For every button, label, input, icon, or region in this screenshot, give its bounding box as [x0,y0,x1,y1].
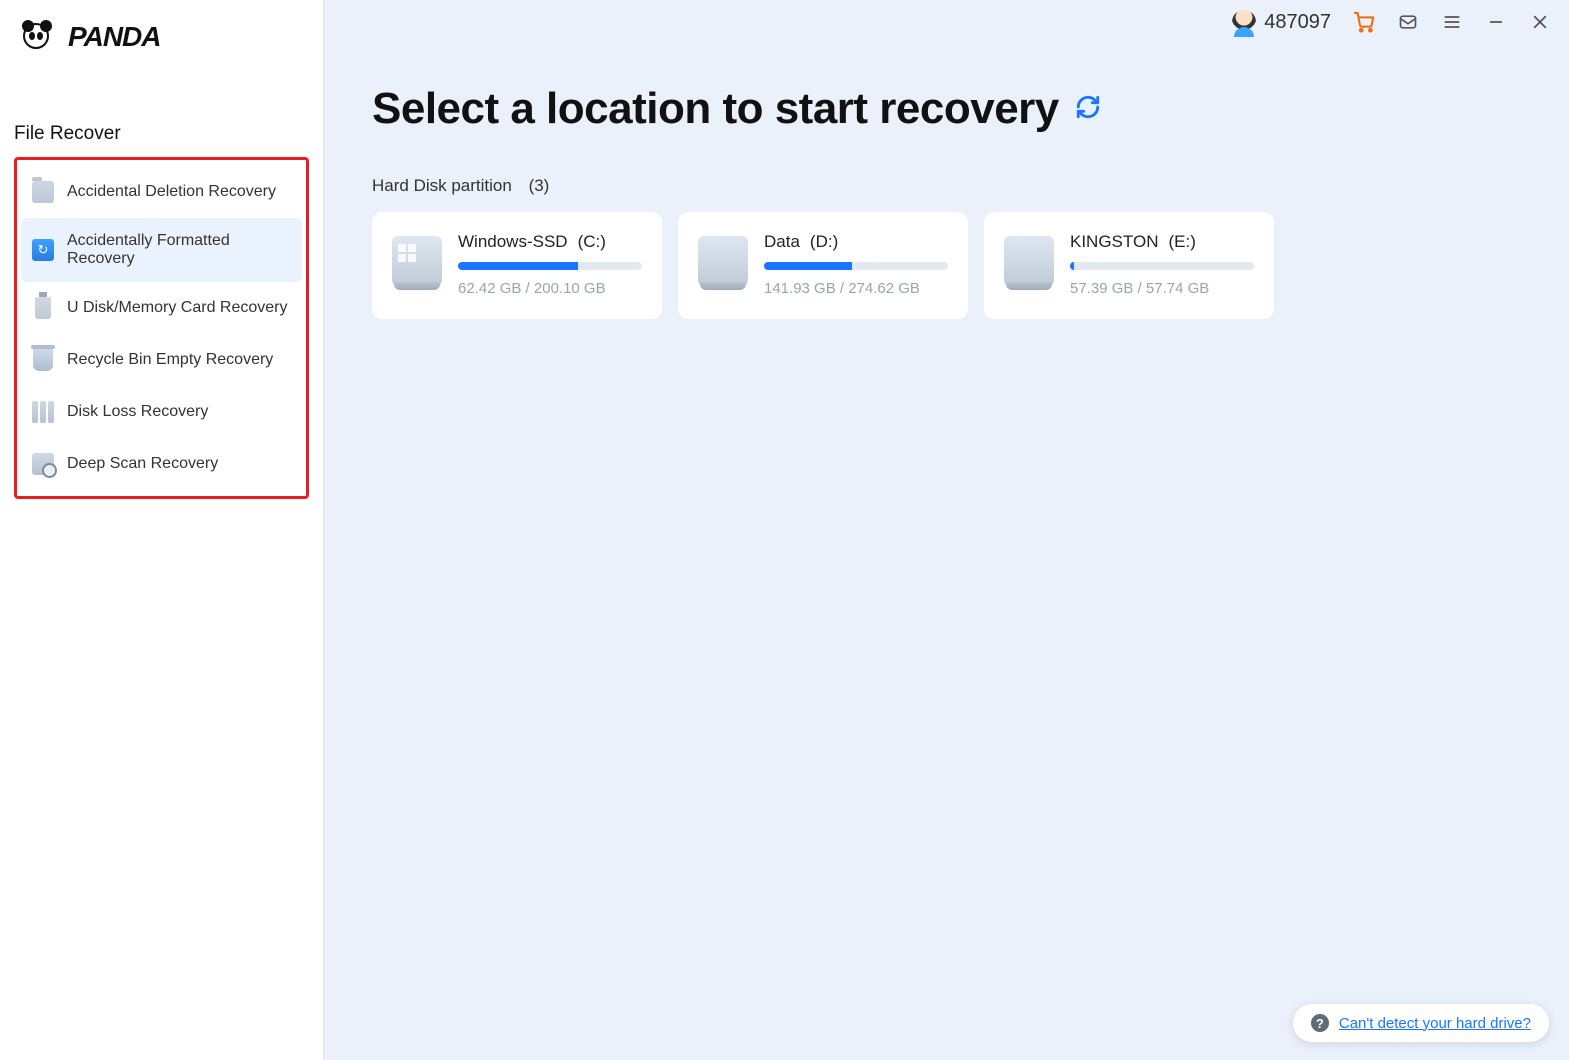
topbar: 487097 [1232,10,1551,34]
cart-icon[interactable] [1353,11,1375,33]
format-icon [31,238,55,262]
sidebar-nav: Accidental Deletion Recovery Accidentall… [14,157,309,499]
brand-logo: PANDA [0,0,323,63]
sidebar-item-recycle-bin[interactable]: Recycle Bin Empty Recovery [21,334,302,386]
usage-bar-fill [764,262,852,270]
sidebar-item-label: Recycle Bin Empty Recovery [67,351,273,369]
menu-icon[interactable] [1441,11,1463,33]
help-icon: ? [1311,1014,1329,1032]
sidebar-item-disk-loss[interactable]: Disk Loss Recovery [21,386,302,438]
disk-card-d[interactable]: Data (D:) 141.93 GB / 274.62 GB [678,212,968,319]
usage-bar-fill [1070,262,1074,270]
disk-name: Data [764,232,800,252]
section-count: (3) [529,176,550,196]
page-title: Select a location to start recovery [372,84,1059,134]
sidebar-item-accidental-deletion[interactable]: Accidental Deletion Recovery [21,166,302,218]
trash-icon [31,348,55,372]
disk-name: KINGSTON [1070,232,1158,252]
usage-bar-fill [458,262,578,270]
sidebar-item-label: Accidentally Formatted Recovery [67,232,292,268]
sidebar-item-label: Deep Scan Recovery [67,455,218,473]
disk-icon [392,236,442,286]
sidebar-item-formatted-recovery[interactable]: Accidentally Formatted Recovery [21,218,302,282]
disk-icon [698,236,748,286]
help-link[interactable]: Can't detect your hard drive? [1339,1015,1531,1032]
sidebar-item-label: Disk Loss Recovery [67,403,208,421]
usage-bar [458,262,642,270]
panda-face-icon [22,18,62,55]
disk-cards: Windows-SSD (C:) 62.42 GB / 200.10 GB Da… [372,212,1274,319]
disk-letter: (E:) [1168,232,1195,252]
sidebar-item-usb-recovery[interactable]: U Disk/Memory Card Recovery [21,282,302,334]
mail-icon[interactable] [1397,11,1419,33]
avatar-icon [1232,10,1256,34]
deep-scan-icon [31,452,55,476]
help-pill[interactable]: ? Can't detect your hard drive? [1293,1004,1549,1042]
user-block[interactable]: 487097 [1232,10,1331,34]
disk-usage-text: 62.42 GB / 200.10 GB [458,280,642,297]
disk-card-c[interactable]: Windows-SSD (C:) 62.42 GB / 200.10 GB [372,212,662,319]
disk-usage-text: 141.93 GB / 274.62 GB [764,280,948,297]
usage-bar [1070,262,1254,270]
disk-letter: (D:) [810,232,838,252]
usb-icon [31,296,55,320]
user-id: 487097 [1264,11,1331,34]
usage-bar [764,262,948,270]
disk-card-body: KINGSTON (E:) 57.39 GB / 57.74 GB [1070,232,1254,297]
sidebar-item-label: Accidental Deletion Recovery [67,183,276,201]
section-header: Hard Disk partition (3) [372,176,549,196]
disk-card-e[interactable]: KINGSTON (E:) 57.39 GB / 57.74 GB [984,212,1274,319]
brand-name: PANDA [68,21,160,53]
disk-name: Windows-SSD [458,232,568,252]
disk-usage-text: 57.39 GB / 57.74 GB [1070,280,1254,297]
disks-icon [31,400,55,424]
sidebar-item-label: U Disk/Memory Card Recovery [67,299,287,317]
sidebar: PANDA File Recover Accidental Deletion R… [0,0,324,1060]
close-icon[interactable] [1529,11,1551,33]
sidebar-item-deep-scan[interactable]: Deep Scan Recovery [21,438,302,490]
folder-icon [31,180,55,204]
page-title-row: Select a location to start recovery [372,84,1101,134]
refresh-icon[interactable] [1075,94,1101,125]
disk-letter: (C:) [578,232,606,252]
disk-icon [1004,236,1054,286]
sidebar-section-title: File Recover [0,63,323,153]
main-panel: 487097 Select a location to start recove… [324,0,1569,1060]
disk-card-body: Data (D:) 141.93 GB / 274.62 GB [764,232,948,297]
section-label: Hard Disk partition [372,176,512,196]
disk-card-body: Windows-SSD (C:) 62.42 GB / 200.10 GB [458,232,642,297]
minimize-icon[interactable] [1485,11,1507,33]
